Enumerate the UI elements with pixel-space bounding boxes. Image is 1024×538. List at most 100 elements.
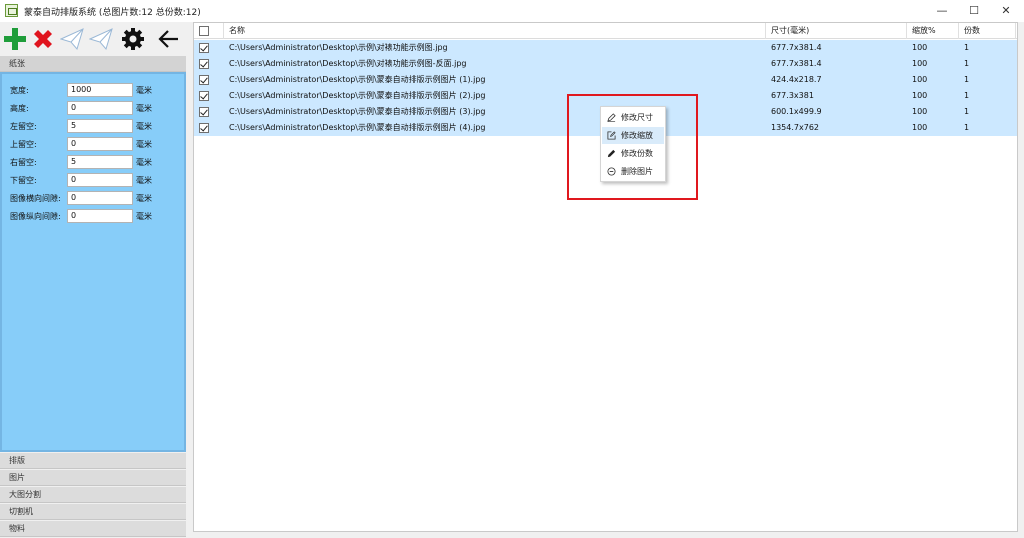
unit-label: 毫米	[136, 140, 152, 149]
size-cell: 677.7x381.4	[771, 59, 822, 68]
row-check-cell	[194, 72, 224, 88]
section-header-large-split[interactable]: 大图分割	[0, 487, 186, 503]
row-checkbox[interactable]	[199, 123, 209, 133]
add-image-button[interactable]	[3, 27, 27, 51]
row-check-cell	[194, 88, 224, 104]
close-window-button[interactable]: ✕	[990, 0, 1022, 22]
unit-label: 毫米	[136, 194, 152, 203]
minimize-button[interactable]: —	[926, 0, 958, 22]
form-row-left-margin: 左留空: 5 毫米	[10, 119, 186, 133]
size-cell: 600.1x499.9	[771, 107, 822, 116]
scale-cell: 100	[912, 123, 928, 132]
section-header-paper[interactable]: 纸张	[0, 56, 186, 72]
section-header-cutter[interactable]: 切割机	[0, 504, 186, 520]
field-label: 高度:	[10, 104, 29, 113]
scale-cell: 100	[912, 75, 928, 84]
scale-cell: 100	[912, 91, 928, 100]
row-check-cell	[194, 56, 224, 72]
size-cell: 424.4x218.7	[771, 75, 822, 84]
column-header-size[interactable]: 尺寸(毫米)	[767, 23, 907, 39]
right-margin-input[interactable]: 5	[67, 155, 133, 169]
delete-image-button[interactable]	[31, 27, 55, 51]
highlight-annotation-box	[567, 94, 698, 200]
row-check-cell	[194, 104, 224, 120]
row-check-cell	[194, 40, 224, 56]
field-label: 右留空:	[10, 158, 37, 167]
form-row-width: 宽度: 1000 毫米	[10, 83, 186, 97]
send-outline-icon	[89, 28, 113, 51]
title-bar: 蒙泰自动排版系统 (总图片数:12 总份数:12) — ☐ ✕	[0, 0, 1024, 22]
bottom-margin-input[interactable]: 0	[67, 173, 133, 187]
column-header-copies[interactable]: 份数	[960, 23, 1016, 39]
file-name-cell: C:\Users\Administrator\Desktop\示例\蒙泰自动排版…	[229, 75, 486, 84]
form-row-right-margin: 右留空: 5 毫米	[10, 155, 186, 169]
section-header-images[interactable]: 图片	[0, 470, 186, 486]
form-row-bottom-margin: 下留空: 0 毫米	[10, 173, 186, 187]
copies-cell: 1	[964, 43, 970, 52]
select-all-cell	[194, 23, 224, 39]
main-toolbar	[0, 22, 187, 56]
field-label: 图像横向间隙:	[10, 194, 61, 203]
size-cell: 677.3x381	[771, 91, 814, 100]
column-header-scale[interactable]: 缩放%	[908, 23, 959, 39]
field-label: 图像纵向间隙:	[10, 212, 61, 221]
size-cell: 1354.7x762	[771, 123, 819, 132]
table-row[interactable]: C:\Users\Administrator\Desktop\示例\蒙泰自动排版…	[194, 72, 1017, 88]
row-checkbox[interactable]	[199, 75, 209, 85]
field-label: 上留空:	[10, 140, 37, 149]
copies-cell: 1	[964, 123, 970, 132]
unit-label: 毫米	[136, 104, 152, 113]
row-checkbox[interactable]	[199, 107, 209, 117]
horizontal-gap-input[interactable]: 0	[67, 191, 133, 205]
field-label: 下留空:	[10, 176, 37, 185]
form-row-top-margin: 上留空: 0 毫米	[10, 137, 186, 151]
width-input[interactable]: 1000	[67, 83, 133, 97]
field-label: 左留空:	[10, 122, 37, 131]
left-margin-input[interactable]: 5	[67, 119, 133, 133]
unit-label: 毫米	[136, 122, 152, 131]
row-checkbox[interactable]	[199, 43, 209, 53]
file-name-cell: C:\Users\Administrator\Desktop\示例\对裱功能示例…	[229, 59, 467, 68]
back-button[interactable]	[157, 27, 181, 51]
section-header-material[interactable]: 物料	[0, 521, 186, 537]
scale-cell: 100	[912, 107, 928, 116]
column-header-name[interactable]: 名称	[225, 23, 766, 39]
table-row[interactable]: C:\Users\Administrator\Desktop\示例\对裱功能示例…	[194, 56, 1017, 72]
unit-label: 毫米	[136, 86, 152, 95]
send-icon	[60, 28, 84, 51]
copies-cell: 1	[964, 75, 970, 84]
form-row-height: 高度: 0 毫米	[10, 101, 186, 115]
vertical-gap-input[interactable]: 0	[67, 209, 133, 223]
send-outline-button[interactable]	[89, 27, 113, 51]
scale-cell: 100	[912, 59, 928, 68]
size-cell: 677.7x381.4	[771, 43, 822, 52]
unit-label: 毫米	[136, 158, 152, 167]
app-window: 蒙泰自动排版系统 (总图片数:12 总份数:12) — ☐ ✕ 纸张 宽度: 1…	[0, 0, 1024, 538]
settings-button[interactable]	[121, 27, 145, 51]
unit-label: 毫米	[136, 176, 152, 185]
copies-cell: 1	[964, 59, 970, 68]
app-logo-icon	[5, 4, 18, 17]
form-row-horizontal-gap: 图像横向间隙: 0 毫米	[10, 191, 186, 205]
send-button[interactable]	[60, 27, 84, 51]
section-header-layout[interactable]: 排版	[0, 453, 186, 469]
arrow-left-icon	[158, 30, 178, 48]
delete-icon	[34, 30, 52, 48]
add-icon	[4, 28, 26, 50]
copies-cell: 1	[964, 91, 970, 100]
form-row-vertical-gap: 图像纵向间隙: 0 毫米	[10, 209, 186, 223]
row-checkbox[interactable]	[199, 91, 209, 101]
maximize-button[interactable]: ☐	[958, 0, 990, 22]
scale-cell: 100	[912, 43, 928, 52]
grid-header: 名称 尺寸(毫米) 缩放% 份数	[194, 23, 1017, 39]
gear-icon	[122, 28, 144, 50]
window-title: 蒙泰自动排版系统 (总图片数:12 总份数:12)	[24, 8, 201, 18]
paper-settings-panel: 宽度: 1000 毫米 高度: 0 毫米 左留空: 5 毫米 上留空: 0 毫米…	[0, 72, 186, 452]
row-check-cell	[194, 120, 224, 136]
row-checkbox[interactable]	[199, 59, 209, 69]
top-margin-input[interactable]: 0	[67, 137, 133, 151]
height-input[interactable]: 0	[67, 101, 133, 115]
select-all-checkbox[interactable]	[199, 26, 209, 36]
copies-cell: 1	[964, 107, 970, 116]
table-row[interactable]: C:\Users\Administrator\Desktop\示例\对裱功能示例…	[194, 40, 1017, 56]
